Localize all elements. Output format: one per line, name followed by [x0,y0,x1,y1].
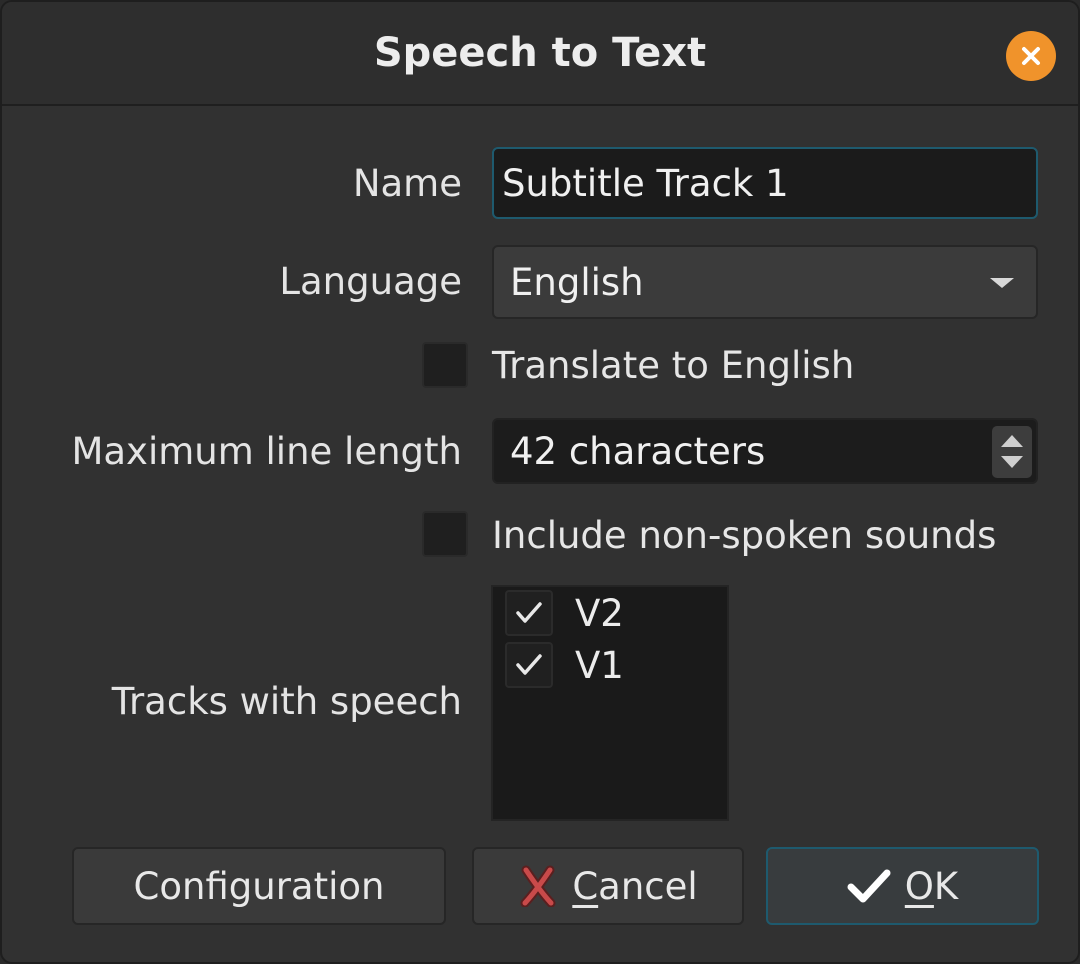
speech-to-text-dialog: Speech to Text Name Subtitle Track 1 Lan… [0,0,1080,964]
cancel-x-icon [518,865,558,907]
max-line-length-label: Maximum line length [71,430,462,473]
max-line-length-spinbox[interactable]: 42 characters [492,418,1038,484]
close-icon [1022,47,1040,65]
configuration-button-label: Configuration [133,864,385,908]
checkmark-icon [847,867,891,905]
checkmark-icon [516,602,542,623]
tracks-list[interactable]: V2 V1 [491,585,729,821]
ok-button[interactable]: OK [766,847,1039,925]
close-button[interactable] [1006,31,1056,81]
track-label: V1 [575,643,624,687]
tracks-label: Tracks with speech [111,680,462,723]
track-checkbox[interactable] [505,590,553,636]
chevron-down-icon [990,278,1014,288]
language-select[interactable]: English [492,245,1038,319]
name-input-value: Subtitle Track 1 [502,161,789,205]
dialog-title: Speech to Text [373,30,707,76]
name-input[interactable]: Subtitle Track 1 [492,147,1038,219]
spin-up-icon[interactable] [1001,435,1023,447]
checkmark-icon [516,654,542,675]
cancel-button[interactable]: Cancel [472,847,744,925]
spin-down-icon[interactable] [1001,456,1023,468]
track-checkbox[interactable] [505,642,553,688]
list-item[interactable]: V2 [505,589,725,637]
language-selected-value: English [510,260,644,304]
track-label: V2 [575,591,624,635]
spin-buttons[interactable] [992,426,1032,478]
max-line-length-value: 42 characters [510,429,766,473]
name-label: Name [352,162,462,205]
list-item[interactable]: V1 [505,641,725,689]
language-label: Language [279,260,462,303]
translate-label[interactable]: Translate to English [492,344,854,387]
cancel-button-label: Cancel [572,864,698,908]
nonspoken-label[interactable]: Include non-spoken sounds [492,514,996,557]
configuration-button[interactable]: Configuration [72,847,446,925]
nonspoken-checkbox[interactable] [422,511,468,557]
title-bar: Speech to Text [2,2,1078,106]
ok-button-label: OK [904,864,959,908]
translate-checkbox[interactable] [422,342,468,388]
